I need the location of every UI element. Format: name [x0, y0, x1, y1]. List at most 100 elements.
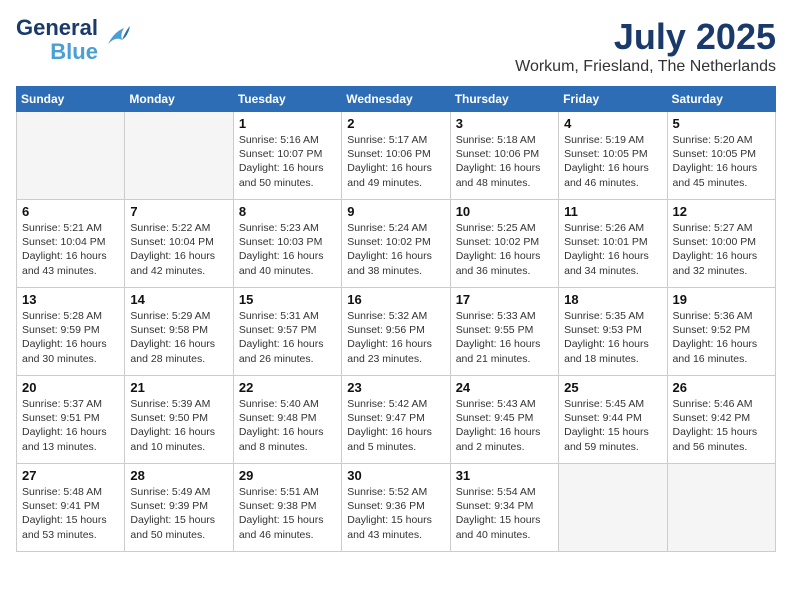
day-number: 23: [347, 380, 444, 395]
day-number: 13: [22, 292, 119, 307]
day-info: Sunrise: 5:22 AMSunset: 10:04 PMDaylight…: [130, 221, 227, 278]
weekday-header-tuesday: Tuesday: [233, 87, 341, 112]
calendar-table: SundayMondayTuesdayWednesdayThursdayFrid…: [16, 86, 776, 552]
day-info: Sunrise: 5:32 AMSunset: 9:56 PMDaylight:…: [347, 309, 444, 366]
calendar-cell: 9Sunrise: 5:24 AMSunset: 10:02 PMDayligh…: [342, 200, 450, 288]
day-info: Sunrise: 5:49 AMSunset: 9:39 PMDaylight:…: [130, 485, 227, 542]
day-number: 19: [673, 292, 770, 307]
calendar-cell: 28 Sunrise: 5:49 AMSunset: 9:39 PMDayligh…: [125, 464, 233, 552]
calendar-cell: 27 Sunrise: 5:48 AMSunset: 9:41 PMDayligh…: [17, 464, 125, 552]
day-info: Sunrise: 5:21 AMSunset: 10:04 PMDaylight…: [22, 221, 119, 278]
calendar-cell: 29Sunrise: 5:51 AMSunset: 9:38 PMDayligh…: [233, 464, 341, 552]
day-info: Sunrise: 5:26 AMSunset: 10:01 PMDaylight…: [564, 221, 661, 278]
day-info: Sunrise: 5:23 AMSunset: 10:03 PMDaylight…: [239, 221, 336, 278]
day-info: Sunrise: 5:39 AMSunset: 9:50 PMDaylight:…: [130, 397, 227, 454]
calendar-cell: 2Sunrise: 5:17 AMSunset: 10:06 PMDayligh…: [342, 112, 450, 200]
calendar-week-4: 20 Sunrise: 5:37 AMSunset: 9:51 PMDayligh…: [17, 376, 776, 464]
calendar-cell: 21 Sunrise: 5:39 AMSunset: 9:50 PMDayligh…: [125, 376, 233, 464]
calendar-cell: 5 Sunrise: 5:20 AMSunset: 10:05 PMDayligh…: [667, 112, 775, 200]
weekday-header-monday: Monday: [125, 87, 233, 112]
day-info: Sunrise: 5:25 AMSunset: 10:02 PMDaylight…: [456, 221, 553, 278]
logo-blue: Blue: [50, 40, 98, 64]
day-number: 5: [673, 116, 770, 131]
title-block: July 2025 Workum, Friesland, The Netherl…: [515, 16, 776, 76]
weekday-header-friday: Friday: [559, 87, 667, 112]
day-info: Sunrise: 5:54 AMSunset: 9:34 PMDaylight:…: [456, 485, 553, 542]
day-number: 21: [130, 380, 227, 395]
calendar-cell: 18Sunrise: 5:35 AMSunset: 9:53 PMDayligh…: [559, 288, 667, 376]
day-info: Sunrise: 5:35 AMSunset: 9:53 PMDaylight:…: [564, 309, 661, 366]
day-info: Sunrise: 5:37 AMSunset: 9:51 PMDaylight:…: [22, 397, 119, 454]
day-number: 28: [130, 468, 227, 483]
day-info: Sunrise: 5:33 AMSunset: 9:55 PMDaylight:…: [456, 309, 553, 366]
calendar-cell: [559, 464, 667, 552]
day-info: Sunrise: 5:19 AMSunset: 10:05 PMDaylight…: [564, 133, 661, 190]
day-number: 24: [456, 380, 553, 395]
day-number: 27: [22, 468, 119, 483]
page-header: General Blue July 2025 Workum, Friesland…: [16, 16, 776, 76]
calendar-cell: 23 Sunrise: 5:42 AMSunset: 9:47 PMDayligh…: [342, 376, 450, 464]
day-info: Sunrise: 5:24 AMSunset: 10:02 PMDaylight…: [347, 221, 444, 278]
weekday-header-thursday: Thursday: [450, 87, 558, 112]
calendar-cell: 3 Sunrise: 5:18 AMSunset: 10:06 PMDayligh…: [450, 112, 558, 200]
day-number: 2: [347, 116, 444, 131]
calendar-cell: 17 Sunrise: 5:33 AMSunset: 9:55 PMDayligh…: [450, 288, 558, 376]
day-number: 31: [456, 468, 553, 483]
calendar-cell: 11 Sunrise: 5:26 AMSunset: 10:01 PMDaylig…: [559, 200, 667, 288]
day-number: 10: [456, 204, 553, 219]
day-number: 29: [239, 468, 336, 483]
calendar-cell: 4 Sunrise: 5:19 AMSunset: 10:05 PMDayligh…: [559, 112, 667, 200]
location-subtitle: Workum, Friesland, The Netherlands: [515, 58, 776, 76]
calendar-cell: 16Sunrise: 5:32 AMSunset: 9:56 PMDayligh…: [342, 288, 450, 376]
calendar-cell: 25Sunrise: 5:45 AMSunset: 9:44 PMDayligh…: [559, 376, 667, 464]
day-number: 8: [239, 204, 336, 219]
day-info: Sunrise: 5:48 AMSunset: 9:41 PMDaylight:…: [22, 485, 119, 542]
day-info: Sunrise: 5:29 AMSunset: 9:58 PMDaylight:…: [130, 309, 227, 366]
calendar-cell: 31 Sunrise: 5:54 AMSunset: 9:34 PMDayligh…: [450, 464, 558, 552]
day-number: 1: [239, 116, 336, 131]
day-number: 25: [564, 380, 661, 395]
day-number: 11: [564, 204, 661, 219]
calendar-cell: [17, 112, 125, 200]
day-number: 17: [456, 292, 553, 307]
day-number: 15: [239, 292, 336, 307]
day-number: 22: [239, 380, 336, 395]
day-info: Sunrise: 5:46 AMSunset: 9:42 PMDaylight:…: [673, 397, 770, 454]
calendar-cell: 1 Sunrise: 5:16 AMSunset: 10:07 PMDayligh…: [233, 112, 341, 200]
day-number: 26: [673, 380, 770, 395]
day-info: Sunrise: 5:40 AMSunset: 9:48 PMDaylight:…: [239, 397, 336, 454]
calendar-cell: 6Sunrise: 5:21 AMSunset: 10:04 PMDayligh…: [17, 200, 125, 288]
calendar-cell: 20 Sunrise: 5:37 AMSunset: 9:51 PMDayligh…: [17, 376, 125, 464]
day-number: 30: [347, 468, 444, 483]
calendar-header-row: SundayMondayTuesdayWednesdayThursdayFrid…: [17, 87, 776, 112]
day-info: Sunrise: 5:43 AMSunset: 9:45 PMDaylight:…: [456, 397, 553, 454]
day-number: 12: [673, 204, 770, 219]
day-number: 3: [456, 116, 553, 131]
month-title: July 2025: [515, 16, 776, 58]
logo: General Blue: [16, 16, 132, 64]
day-info: Sunrise: 5:18 AMSunset: 10:06 PMDaylight…: [456, 133, 553, 190]
day-info: Sunrise: 5:20 AMSunset: 10:05 PMDaylight…: [673, 133, 770, 190]
calendar-cell: 19 Sunrise: 5:36 AMSunset: 9:52 PMDayligh…: [667, 288, 775, 376]
day-number: 4: [564, 116, 661, 131]
weekday-header-sunday: Sunday: [17, 87, 125, 112]
day-info: Sunrise: 5:36 AMSunset: 9:52 PMDaylight:…: [673, 309, 770, 366]
calendar-cell: 13 Sunrise: 5:28 AMSunset: 9:59 PMDayligh…: [17, 288, 125, 376]
day-info: Sunrise: 5:28 AMSunset: 9:59 PMDaylight:…: [22, 309, 119, 366]
calendar-cell: 8 Sunrise: 5:23 AMSunset: 10:03 PMDayligh…: [233, 200, 341, 288]
calendar-week-3: 13 Sunrise: 5:28 AMSunset: 9:59 PMDayligh…: [17, 288, 776, 376]
calendar-week-5: 27 Sunrise: 5:48 AMSunset: 9:41 PMDayligh…: [17, 464, 776, 552]
calendar-cell: [667, 464, 775, 552]
day-info: Sunrise: 5:27 AMSunset: 10:00 PMDaylight…: [673, 221, 770, 278]
day-info: Sunrise: 5:16 AMSunset: 10:07 PMDaylight…: [239, 133, 336, 190]
day-number: 20: [22, 380, 119, 395]
calendar-cell: 26 Sunrise: 5:46 AMSunset: 9:42 PMDayligh…: [667, 376, 775, 464]
calendar-cell: 12 Sunrise: 5:27 AMSunset: 10:00 PMDaylig…: [667, 200, 775, 288]
day-info: Sunrise: 5:31 AMSunset: 9:57 PMDaylight:…: [239, 309, 336, 366]
calendar-cell: 10 Sunrise: 5:25 AMSunset: 10:02 PMDaylig…: [450, 200, 558, 288]
calendar-week-1: 1 Sunrise: 5:16 AMSunset: 10:07 PMDayligh…: [17, 112, 776, 200]
calendar-cell: 15 Sunrise: 5:31 AMSunset: 9:57 PMDayligh…: [233, 288, 341, 376]
weekday-header-saturday: Saturday: [667, 87, 775, 112]
day-info: Sunrise: 5:42 AMSunset: 9:47 PMDaylight:…: [347, 397, 444, 454]
calendar-week-2: 6Sunrise: 5:21 AMSunset: 10:04 PMDayligh…: [17, 200, 776, 288]
